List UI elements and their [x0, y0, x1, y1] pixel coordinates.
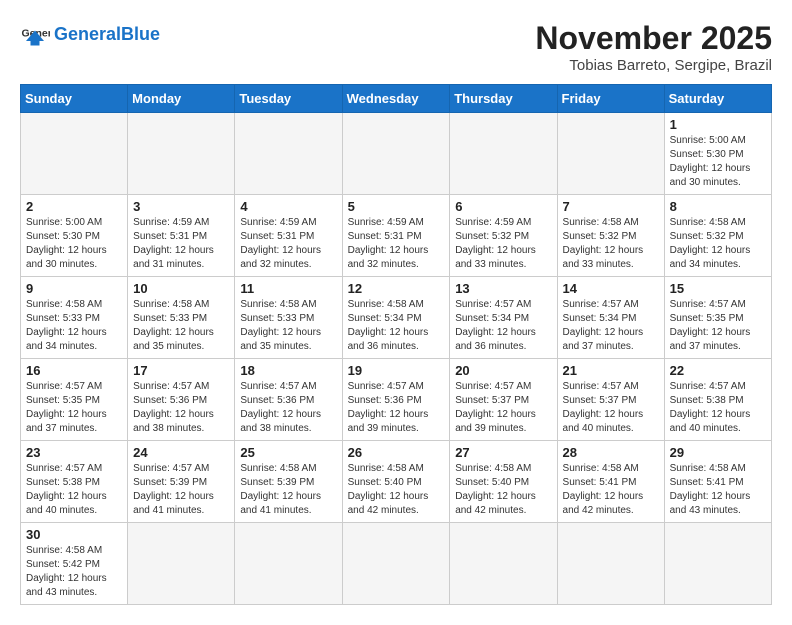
- day-cell-4: 4 Sunrise: 4:59 AMSunset: 5:31 PMDayligh…: [235, 195, 342, 277]
- table-row: 9 Sunrise: 4:58 AMSunset: 5:33 PMDayligh…: [21, 277, 772, 359]
- day-cell-15: 15 Sunrise: 4:57 AMSunset: 5:35 PMDaylig…: [664, 277, 771, 359]
- table-row: 1 Sunrise: 5:00 AM Sunset: 5:30 PM Dayli…: [21, 113, 772, 195]
- header-friday: Friday: [557, 85, 664, 113]
- logo: General GeneralBlue: [20, 20, 160, 50]
- logo-icon: General: [20, 20, 50, 50]
- header-tuesday: Tuesday: [235, 85, 342, 113]
- day-cell-17: 17 Sunrise: 4:57 AMSunset: 5:36 PMDaylig…: [128, 359, 235, 441]
- day-cell-12: 12 Sunrise: 4:58 AMSunset: 5:34 PMDaylig…: [342, 277, 450, 359]
- day-info: Sunrise: 5:00 AM Sunset: 5:30 PM Dayligh…: [670, 134, 766, 190]
- table-row: 16 Sunrise: 4:57 AMSunset: 5:35 PMDaylig…: [21, 359, 772, 441]
- day-cell-24: 24 Sunrise: 4:57 AMSunset: 5:39 PMDaylig…: [128, 441, 235, 523]
- weekday-header-row: Sunday Monday Tuesday Wednesday Thursday…: [21, 85, 772, 113]
- empty-cell: [128, 523, 235, 605]
- day-cell-5: 5 Sunrise: 4:59 AMSunset: 5:31 PMDayligh…: [342, 195, 450, 277]
- header-sunday: Sunday: [21, 85, 128, 113]
- empty-cell: [557, 523, 664, 605]
- day-cell-14: 14 Sunrise: 4:57 AMSunset: 5:34 PMDaylig…: [557, 277, 664, 359]
- empty-cell: [128, 113, 235, 195]
- day-cell-8: 8 Sunrise: 4:58 AMSunset: 5:32 PMDayligh…: [664, 195, 771, 277]
- month-title: November 2025: [535, 20, 772, 57]
- day-cell-1: 1 Sunrise: 5:00 AM Sunset: 5:30 PM Dayli…: [664, 113, 771, 195]
- day-cell-18: 18 Sunrise: 4:57 AMSunset: 5:36 PMDaylig…: [235, 359, 342, 441]
- empty-cell: [342, 523, 450, 605]
- table-row: 30 Sunrise: 4:58 AMSunset: 5:42 PMDaylig…: [21, 523, 772, 605]
- day-cell-26: 26 Sunrise: 4:58 AMSunset: 5:40 PMDaylig…: [342, 441, 450, 523]
- table-row: 2 Sunrise: 5:00 AMSunset: 5:30 PMDayligh…: [21, 195, 772, 277]
- title-block: November 2025 Tobias Barreto, Sergipe, B…: [535, 20, 772, 74]
- empty-cell: [342, 113, 450, 195]
- day-cell-30: 30 Sunrise: 4:58 AMSunset: 5:42 PMDaylig…: [21, 523, 128, 605]
- day-cell-7: 7 Sunrise: 4:58 AMSunset: 5:32 PMDayligh…: [557, 195, 664, 277]
- day-cell-20: 20 Sunrise: 4:57 AMSunset: 5:37 PMDaylig…: [450, 359, 557, 441]
- page-header: General GeneralBlue November 2025 Tobias…: [20, 20, 772, 74]
- day-cell-10: 10 Sunrise: 4:58 AMSunset: 5:33 PMDaylig…: [128, 277, 235, 359]
- empty-cell: [235, 113, 342, 195]
- day-cell-3: 3 Sunrise: 4:59 AMSunset: 5:31 PMDayligh…: [128, 195, 235, 277]
- empty-cell: [235, 523, 342, 605]
- day-cell-29: 29 Sunrise: 4:58 AMSunset: 5:41 PMDaylig…: [664, 441, 771, 523]
- day-cell-9: 9 Sunrise: 4:58 AMSunset: 5:33 PMDayligh…: [21, 277, 128, 359]
- day-cell-27: 27 Sunrise: 4:58 AMSunset: 5:40 PMDaylig…: [450, 441, 557, 523]
- day-cell-28: 28 Sunrise: 4:58 AMSunset: 5:41 PMDaylig…: [557, 441, 664, 523]
- empty-cell: [557, 113, 664, 195]
- logo-text: GeneralBlue: [54, 25, 160, 45]
- day-cell-19: 19 Sunrise: 4:57 AMSunset: 5:36 PMDaylig…: [342, 359, 450, 441]
- day-cell-2: 2 Sunrise: 5:00 AMSunset: 5:30 PMDayligh…: [21, 195, 128, 277]
- day-cell-21: 21 Sunrise: 4:57 AMSunset: 5:37 PMDaylig…: [557, 359, 664, 441]
- empty-cell: [450, 113, 557, 195]
- day-cell-6: 6 Sunrise: 4:59 AMSunset: 5:32 PMDayligh…: [450, 195, 557, 277]
- day-cell-13: 13 Sunrise: 4:57 AMSunset: 5:34 PMDaylig…: [450, 277, 557, 359]
- empty-cell: [450, 523, 557, 605]
- day-cell-11: 11 Sunrise: 4:58 AMSunset: 5:33 PMDaylig…: [235, 277, 342, 359]
- day-number: 1: [670, 117, 766, 132]
- header-monday: Monday: [128, 85, 235, 113]
- empty-cell: [664, 523, 771, 605]
- day-cell-16: 16 Sunrise: 4:57 AMSunset: 5:35 PMDaylig…: [21, 359, 128, 441]
- empty-cell: [21, 113, 128, 195]
- day-cell-23: 23 Sunrise: 4:57 AMSunset: 5:38 PMDaylig…: [21, 441, 128, 523]
- calendar-table: Sunday Monday Tuesday Wednesday Thursday…: [20, 84, 772, 605]
- day-cell-25: 25 Sunrise: 4:58 AMSunset: 5:39 PMDaylig…: [235, 441, 342, 523]
- table-row: 23 Sunrise: 4:57 AMSunset: 5:38 PMDaylig…: [21, 441, 772, 523]
- day-cell-22: 22 Sunrise: 4:57 AMSunset: 5:38 PMDaylig…: [664, 359, 771, 441]
- header-saturday: Saturday: [664, 85, 771, 113]
- header-thursday: Thursday: [450, 85, 557, 113]
- location-title: Tobias Barreto, Sergipe, Brazil: [535, 57, 772, 74]
- header-wednesday: Wednesday: [342, 85, 450, 113]
